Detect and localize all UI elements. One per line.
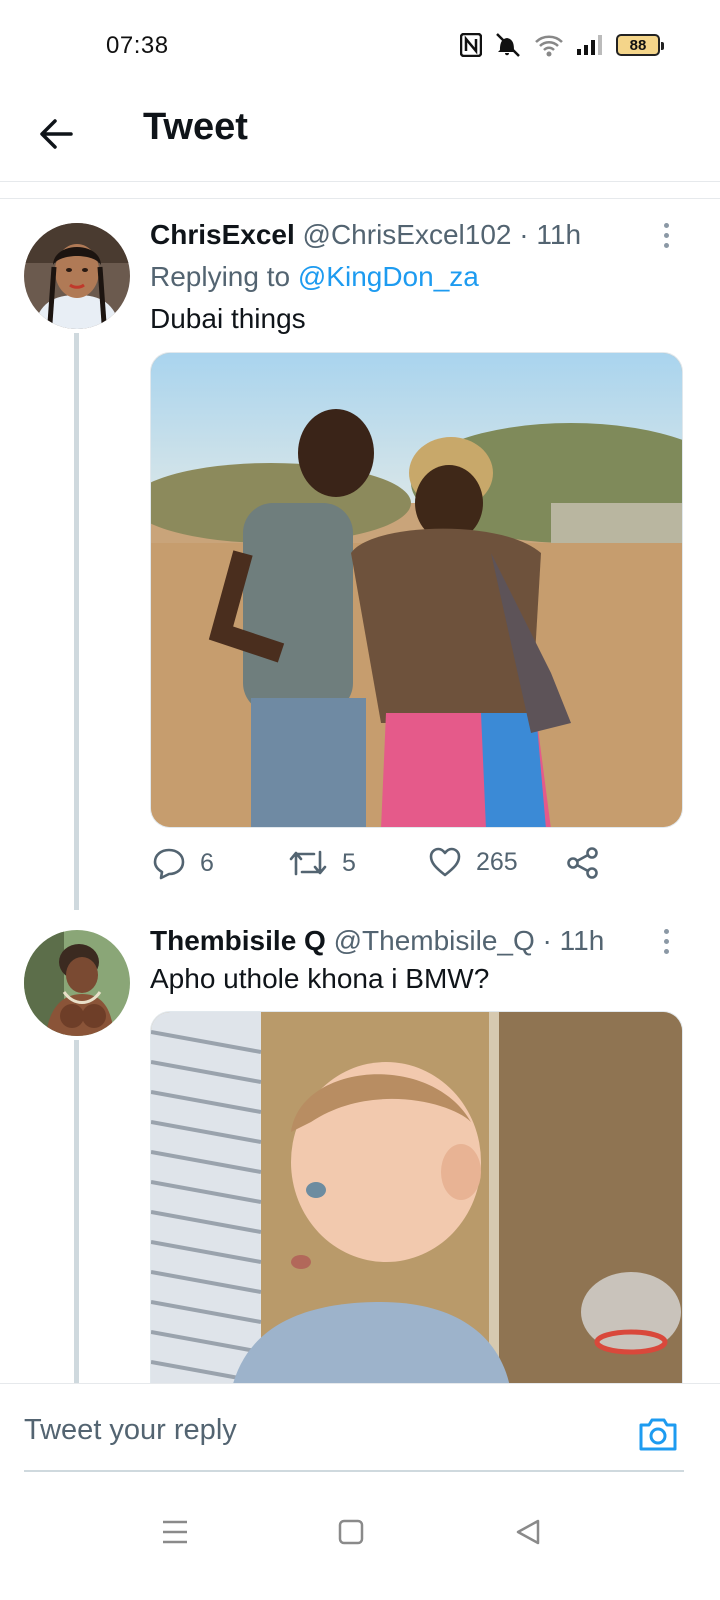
system-back-button[interactable] — [508, 1512, 548, 1552]
thread-line — [74, 333, 79, 910]
avatar-image — [24, 930, 130, 1036]
reply-composer: Tweet your reply — [0, 1383, 720, 1483]
battery-level: 88 — [629, 36, 647, 54]
display-name[interactable]: ChrisExcel — [150, 219, 295, 250]
share-icon — [567, 847, 598, 879]
separator-dot: · — [511, 219, 537, 250]
more-options-button[interactable] — [654, 924, 678, 958]
media-photo — [151, 1012, 682, 1390]
retweet-icon — [289, 850, 327, 876]
recent-apps-button[interactable] — [155, 1512, 195, 1552]
dot — [663, 938, 669, 944]
tweet-media-image[interactable] — [150, 352, 683, 828]
camera-button[interactable] — [636, 1412, 680, 1456]
separator-dot: · — [534, 925, 560, 956]
share-action[interactable] — [566, 846, 600, 880]
tweet-actions: 6 5 265 — [150, 846, 610, 890]
page-title: Tweet — [143, 106, 248, 148]
mute-icon — [496, 33, 520, 57]
reply-input[interactable]: Tweet your reply — [24, 1414, 237, 1447]
more-options-button[interactable] — [654, 218, 678, 252]
replying-to: Replying to @KingDon_za — [150, 260, 685, 294]
display-name[interactable]: Thembisile Q — [150, 925, 326, 956]
reply-prefix: Replying to — [150, 261, 291, 292]
wifi-icon — [535, 35, 563, 57]
system-nav-bar — [0, 1484, 720, 1600]
back-triangle-icon — [516, 1519, 540, 1545]
dot — [663, 928, 669, 934]
avatar[interactable] — [24, 223, 130, 329]
reply-action[interactable]: 6 — [152, 846, 214, 880]
divider — [0, 183, 720, 199]
user-handle[interactable]: @Thembisile_Q — [334, 925, 535, 956]
tweet-text: Dubai things — [150, 303, 306, 334]
status-icons: 88 — [460, 32, 664, 58]
tweet-content: ChrisExcel @ChrisExcel102 · 11h Replying… — [150, 218, 685, 336]
user-handle[interactable]: @ChrisExcel102 — [303, 219, 512, 250]
tweet-header: ChrisExcel @ChrisExcel102 · 11h — [150, 218, 685, 252]
battery-icon: 88 — [616, 34, 664, 56]
avatar-image — [24, 223, 130, 329]
tweet-header: Thembisile Q @Thembisile_Q · 11h — [150, 924, 685, 958]
camera-icon — [639, 1418, 677, 1451]
tweet-time: 11h — [559, 925, 605, 956]
signal-icon — [577, 35, 602, 55]
retweet-action[interactable]: 5 — [288, 846, 356, 880]
menu-icon — [163, 1520, 187, 1544]
tweet-thembisile[interactable]: Thembisile Q @Thembisile_Q · 11h Apho ut… — [0, 910, 720, 1391]
reply-icon — [153, 848, 185, 880]
arrow-left-icon — [40, 119, 73, 149]
back-button[interactable] — [30, 108, 82, 160]
tweet-text: Apho uthole khona i BMW? — [150, 963, 490, 994]
nfc-icon — [460, 33, 482, 57]
tweet-content: Thembisile Q @Thembisile_Q · 11h Apho ut… — [150, 924, 685, 996]
home-button[interactable] — [331, 1512, 371, 1552]
reply-mention-link[interactable]: @KingDon_za — [298, 261, 479, 292]
heart-icon — [429, 847, 461, 877]
dot — [663, 242, 669, 248]
thread-line — [74, 1040, 79, 1383]
tweet-time: 11h — [536, 219, 582, 250]
dot — [663, 222, 669, 228]
avatar[interactable] — [24, 930, 130, 1036]
like-action[interactable]: 265 — [428, 846, 518, 878]
home-square-icon — [338, 1519, 364, 1545]
like-count: 265 — [476, 847, 518, 876]
status-bar: 07:38 88 — [0, 0, 720, 90]
tweet-chrisexcel[interactable]: ChrisExcel @ChrisExcel102 · 11h Replying… — [0, 200, 720, 910]
dot — [663, 232, 669, 238]
tweet-media-image[interactable] — [150, 1011, 683, 1391]
retweet-count: 5 — [342, 848, 356, 877]
reply-count: 6 — [200, 848, 214, 877]
header: Tweet — [0, 90, 720, 182]
status-time: 07:38 — [106, 32, 169, 59]
reply-underline — [24, 1470, 684, 1472]
dot — [663, 948, 669, 954]
media-photo — [151, 353, 682, 827]
